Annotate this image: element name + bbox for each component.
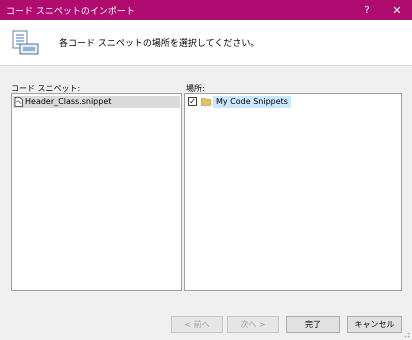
snippet-import-icon — [12, 30, 39, 55]
tree-item[interactable]: ✓ My Code Snippets — [187, 96, 401, 108]
back-button[interactable]: < 前へ — [171, 316, 223, 333]
instruction-text: 各コード スニペットの場所を選択してください。 — [59, 39, 260, 49]
help-button[interactable]: ? — [352, 0, 382, 20]
location-checkbox[interactable]: ✓ — [188, 97, 197, 106]
snippet-file-icon — [14, 97, 23, 107]
snippet-name: Header_Class.snippet — [25, 97, 112, 106]
list-item[interactable]: Header_Class.snippet — [13, 96, 180, 108]
window-title: コード スニペットのインポート — [6, 7, 135, 17]
location-name[interactable]: My Code Snippets — [213, 96, 291, 108]
cancel-button[interactable]: キャンセル — [347, 316, 402, 333]
snippet-list[interactable]: Header_Class.snippet — [11, 93, 182, 291]
close-button[interactable]: ✕ — [382, 0, 412, 20]
finish-button[interactable]: 完了 — [286, 316, 340, 333]
close-icon: ✕ — [392, 3, 402, 17]
help-icon: ? — [364, 4, 370, 16]
header-panel: 各コード スニペットの場所を選択してください。 — [0, 20, 412, 66]
next-button[interactable]: 次へ > — [227, 316, 279, 333]
title-bar: コード スニペットのインポート ? ✕ — [0, 0, 412, 20]
resize-grip-icon[interactable] — [402, 330, 410, 338]
location-tree[interactable]: ✓ My Code Snippets — [184, 93, 402, 291]
folder-icon — [201, 98, 211, 106]
